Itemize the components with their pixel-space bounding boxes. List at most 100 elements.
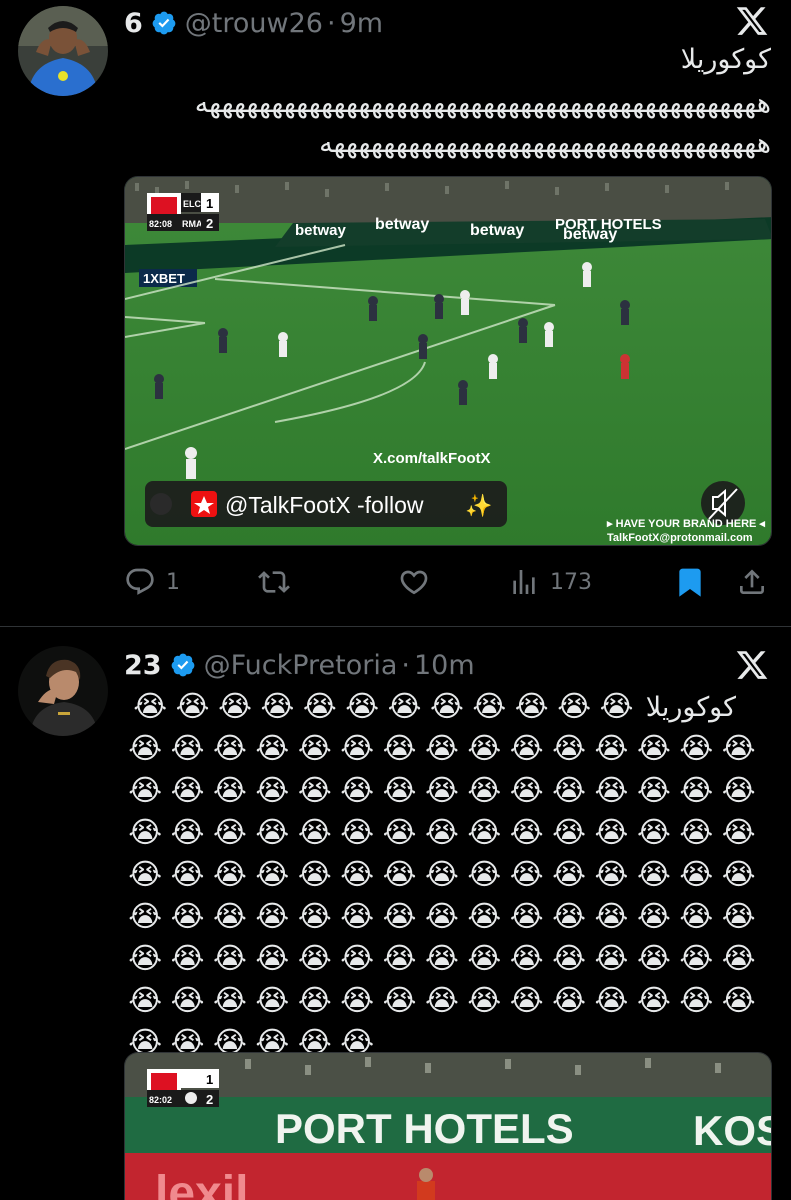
loudly-crying-face-emoji: 😭 — [636, 731, 671, 765]
loudly-crying-face-emoji: 😭 — [509, 815, 544, 849]
loudly-crying-face-emoji: 😭 — [218, 689, 252, 723]
like-button[interactable] — [398, 562, 430, 602]
loudly-crying-face-emoji: 😭 — [382, 731, 417, 765]
avatar[interactable] — [18, 646, 108, 736]
url-watermark: X.com/talkFootX — [373, 450, 491, 467]
tweet-header: 6 @trouw26 · 9m — [124, 0, 731, 46]
loudly-crying-face-emoji: 😭 — [297, 857, 332, 891]
emoji-row: 😭😭😭😭😭😭😭😭😭😭😭😭 — [129, 689, 638, 723]
loudly-crying-face-emoji: 😭 — [213, 815, 247, 849]
score-home: 1 — [206, 196, 213, 211]
share-icon — [740, 569, 764, 594]
loudly-crying-face-emoji: 😭 — [345, 689, 380, 723]
loudly-crying-face-emoji: 😭 — [721, 731, 756, 765]
reply-button[interactable]: 1 — [124, 562, 180, 602]
loudly-crying-face-emoji: 😭 — [552, 983, 587, 1017]
loudly-crying-face-emoji: 😭 — [552, 731, 587, 765]
loudly-crying-face-emoji: 😭 — [721, 857, 756, 891]
loudly-crying-face-emoji: 😭 — [297, 983, 332, 1017]
repost-button[interactable] — [258, 562, 290, 602]
loudly-crying-face-emoji: 😭 — [552, 857, 587, 891]
loudly-crying-face-emoji: 😭 — [636, 815, 671, 849]
views-button[interactable]: 173 — [508, 562, 592, 602]
loudly-crying-face-emoji: 😭 — [170, 899, 205, 933]
loudly-crying-face-emoji: 😭 — [255, 857, 290, 891]
loudly-crying-face-emoji: 😭 — [340, 773, 375, 807]
video-frame: betway betway betway betway PORT HOTELS … — [125, 177, 771, 545]
loudly-crying-face-emoji: 😭 — [636, 899, 671, 933]
loudly-crying-face-emoji: 😭 — [340, 815, 375, 849]
tweet-2[interactable]: 23 @FuckPretoria · 10m كوكوريلا😭😭😭😭😭😭😭😭😭… — [0, 626, 791, 1200]
loudly-crying-face-emoji: 😭 — [170, 983, 205, 1017]
video-player[interactable]: betway betway betway betway PORT HOTELS … — [124, 176, 772, 546]
display-name[interactable]: 23 — [124, 650, 162, 681]
loudly-crying-face-emoji: 😭 — [175, 689, 210, 723]
loudly-crying-face-emoji: 😭 — [467, 731, 502, 765]
loudly-crying-face-emoji: 😭 — [382, 815, 417, 849]
tweet-text: كوكوريلا😭😭😭😭😭😭😭😭😭😭😭😭 — [124, 685, 736, 729]
video-frame: PORT HOTELS KOS lexil 1 82:02 2 — [125, 1053, 771, 1200]
loudly-crying-face-emoji: 😭 — [557, 689, 592, 723]
loudly-crying-face-emoji: 😭 — [255, 941, 290, 975]
video-player[interactable]: PORT HOTELS KOS lexil 1 82:02 2 — [124, 1052, 772, 1200]
loudly-crying-face-emoji: 😭 — [213, 773, 247, 807]
loudly-crying-face-emoji: 😭 — [340, 983, 375, 1017]
loudly-crying-face-emoji: 😭 — [170, 941, 205, 975]
handle[interactable]: @FuckPretoria — [204, 650, 398, 681]
score-away: 2 — [206, 216, 213, 231]
loudly-crying-face-emoji: 😭 — [552, 773, 587, 807]
display-name[interactable]: 6 — [124, 8, 143, 39]
brand-line-2: TalkFootX@protonmail.com — [607, 532, 753, 544]
loudly-crying-face-emoji: 😭 — [552, 941, 587, 975]
loudly-crying-face-emoji: 😭 — [594, 731, 629, 765]
tweet-text: كوكوريلا — [680, 44, 771, 75]
share-button[interactable] — [736, 562, 768, 602]
loudly-crying-face-emoji: 😭 — [128, 815, 163, 849]
loudly-crying-face-emoji: 😭 — [340, 731, 375, 765]
avatar[interactable] — [18, 6, 108, 96]
handle[interactable]: @trouw26 — [185, 8, 323, 39]
score-away: 2 — [206, 1092, 213, 1107]
bookmark-icon — [679, 568, 701, 597]
timestamp[interactable]: 10m — [414, 650, 475, 681]
loudly-crying-face-emoji: 😭 — [679, 773, 714, 807]
tweet-text-line-2: هههههههههههههههههههههههههههههههههههههههه… — [194, 88, 771, 119]
loudly-crying-face-emoji: 😭 — [679, 983, 714, 1017]
tweet-text-arabic: كوكوريلا — [645, 692, 736, 723]
loudly-crying-face-emoji: 😭 — [636, 773, 671, 807]
loudly-crying-face-emoji: 😭 — [297, 773, 332, 807]
loudly-crying-face-emoji: 😭 — [721, 983, 756, 1017]
loudly-crying-face-emoji: 😭 — [128, 983, 163, 1017]
loudly-crying-face-emoji: 😭 — [340, 899, 375, 933]
loudly-crying-face-emoji: 😭 — [424, 983, 459, 1017]
loudly-crying-face-emoji: 😭 — [128, 773, 163, 807]
loudly-crying-face-emoji: 😭 — [679, 941, 714, 975]
follow-label: @TalkFootX -follow — [225, 492, 424, 518]
loudly-crying-face-emoji: 😭 — [721, 815, 756, 849]
verified-badge-icon — [152, 11, 176, 35]
loudly-crying-face-emoji: 😭 — [382, 983, 417, 1017]
tweet-1[interactable]: 6 @trouw26 · 9m كوكوريلا ههههههههههههههه… — [0, 0, 791, 626]
loudly-crying-face-emoji: 😭 — [424, 731, 459, 765]
loudly-crying-face-emoji: 😭 — [297, 815, 332, 849]
repost-icon — [258, 571, 290, 593]
loudly-crying-face-emoji: 😭 — [636, 941, 671, 975]
separator-dot: · — [326, 7, 336, 39]
tweet-text-line-3: هههههههههههههههههههههههههههههههههههه — [319, 128, 771, 159]
separator-dot: · — [401, 649, 410, 681]
loudly-crying-face-emoji: 😭 — [128, 857, 163, 891]
bookmark-button[interactable] — [674, 562, 706, 602]
loudly-crying-face-emoji: 😭 — [387, 689, 422, 723]
x-logo-icon — [736, 651, 768, 679]
loudly-crying-face-emoji: 😭 — [340, 857, 375, 891]
loudly-crying-face-emoji: 😭 — [509, 857, 544, 891]
loudly-crying-face-emoji: 😭 — [509, 941, 544, 975]
timestamp[interactable]: 9m — [340, 8, 383, 39]
sparkles-icon: ✨ — [465, 493, 492, 519]
tweet-header: 23 @FuckPretoria · 10m — [124, 642, 731, 688]
loudly-crying-face-emoji: 😭 — [424, 815, 459, 849]
loudly-crying-face-emoji: 😭 — [509, 731, 544, 765]
score-away-team: RMA — [182, 219, 203, 229]
loudly-crying-face-emoji: 😭 — [509, 899, 544, 933]
loudly-crying-face-emoji: 😭 — [424, 899, 459, 933]
